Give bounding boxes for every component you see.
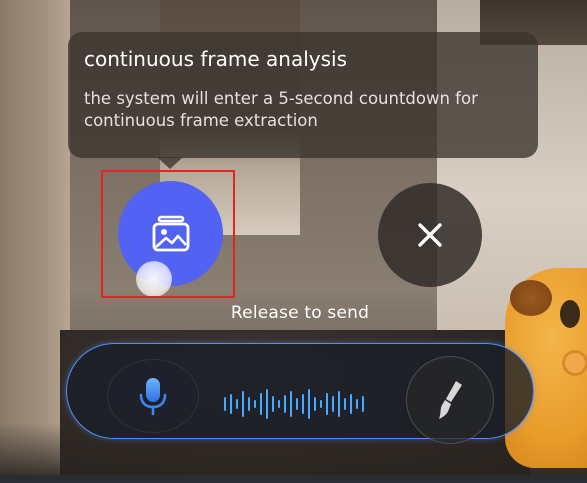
tooltip-pointer	[157, 157, 183, 169]
release-hint: Release to send	[230, 303, 370, 323]
tooltip-title: continuous frame analysis	[84, 47, 347, 71]
close-icon	[418, 223, 442, 247]
background-plush-nose	[562, 350, 587, 376]
highlight-box	[101, 170, 235, 298]
cancel-button[interactable]	[378, 183, 482, 287]
microphone-button[interactable]	[107, 359, 199, 433]
feature-tooltip: continuous frame analysis the system wil…	[68, 32, 538, 158]
brush-button[interactable]	[406, 356, 494, 444]
background-plush-eye	[560, 300, 580, 328]
waveform-icon	[224, 389, 364, 419]
background-plush-ear	[510, 280, 552, 316]
bottom-edge-strip	[0, 475, 587, 483]
tooltip-description: the system will enter a 5-second countdo…	[84, 89, 478, 130]
brush-icon	[439, 381, 462, 419]
microphone-icon	[139, 378, 167, 416]
